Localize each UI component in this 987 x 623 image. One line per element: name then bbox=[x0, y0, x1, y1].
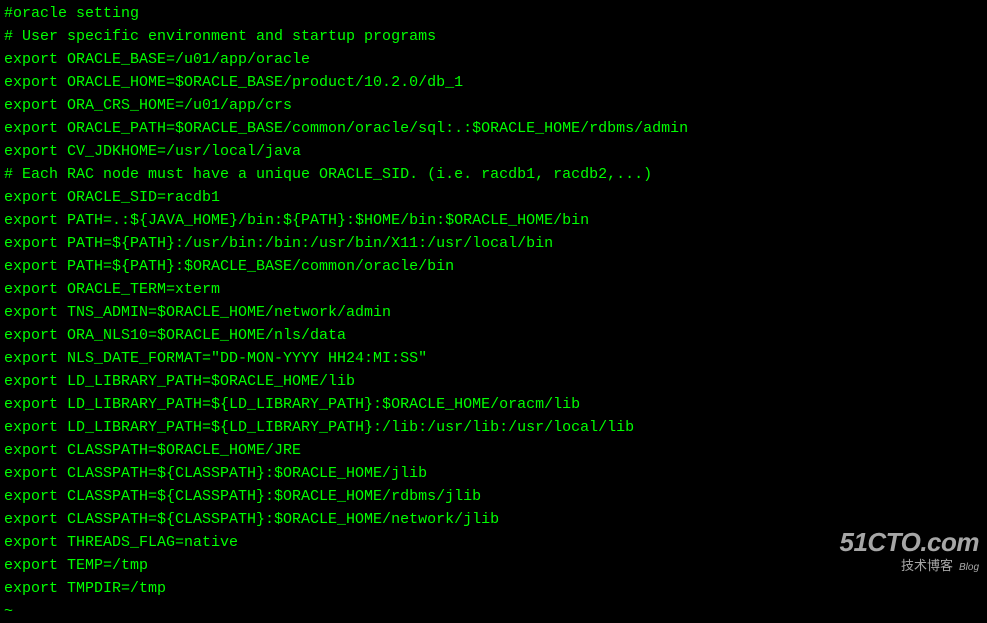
terminal-line: export PATH=${PATH}:$ORACLE_BASE/common/… bbox=[4, 255, 983, 278]
terminal-line: export CLASSPATH=${CLASSPATH}:$ORACLE_HO… bbox=[4, 462, 983, 485]
terminal-line: export TEMP=/tmp bbox=[4, 554, 983, 577]
terminal-line: export CLASSPATH=${CLASSPATH}:$ORACLE_HO… bbox=[4, 508, 983, 531]
terminal-line: # User specific environment and startup … bbox=[4, 25, 983, 48]
terminal-line: export LD_LIBRARY_PATH=$ORACLE_HOME/lib bbox=[4, 370, 983, 393]
terminal-line: export ORA_CRS_HOME=/u01/app/crs bbox=[4, 94, 983, 117]
terminal-line: export LD_LIBRARY_PATH=${LD_LIBRARY_PATH… bbox=[4, 393, 983, 416]
terminal-line: # Each RAC node must have a unique ORACL… bbox=[4, 163, 983, 186]
terminal-line: export TNS_ADMIN=$ORACLE_HOME/network/ad… bbox=[4, 301, 983, 324]
terminal-line: export ORACLE_PATH=$ORACLE_BASE/common/o… bbox=[4, 117, 983, 140]
terminal-line: export NLS_DATE_FORMAT="DD-MON-YYYY HH24… bbox=[4, 347, 983, 370]
terminal-line: export PATH=.:${JAVA_HOME}/bin:${PATH}:$… bbox=[4, 209, 983, 232]
terminal-line: export TMPDIR=/tmp bbox=[4, 577, 983, 600]
terminal-line: ~ bbox=[4, 600, 983, 623]
terminal-line: export LD_LIBRARY_PATH=${LD_LIBRARY_PATH… bbox=[4, 416, 983, 439]
terminal-line: export CLASSPATH=$ORACLE_HOME/JRE bbox=[4, 439, 983, 462]
terminal-line: export ORACLE_SID=racdb1 bbox=[4, 186, 983, 209]
terminal-output: #oracle setting# User specific environme… bbox=[4, 2, 983, 623]
terminal-line: export ORA_NLS10=$ORACLE_HOME/nls/data bbox=[4, 324, 983, 347]
terminal-line: export PATH=${PATH}:/usr/bin:/bin:/usr/b… bbox=[4, 232, 983, 255]
terminal-line: export ORACLE_HOME=$ORACLE_BASE/product/… bbox=[4, 71, 983, 94]
terminal-line: export ORACLE_TERM=xterm bbox=[4, 278, 983, 301]
terminal-line: #oracle setting bbox=[4, 2, 983, 25]
terminal-line: export THREADS_FLAG=native bbox=[4, 531, 983, 554]
terminal-line: export ORACLE_BASE=/u01/app/oracle bbox=[4, 48, 983, 71]
terminal-line: export CV_JDKHOME=/usr/local/java bbox=[4, 140, 983, 163]
terminal-line: export CLASSPATH=${CLASSPATH}:$ORACLE_HO… bbox=[4, 485, 983, 508]
